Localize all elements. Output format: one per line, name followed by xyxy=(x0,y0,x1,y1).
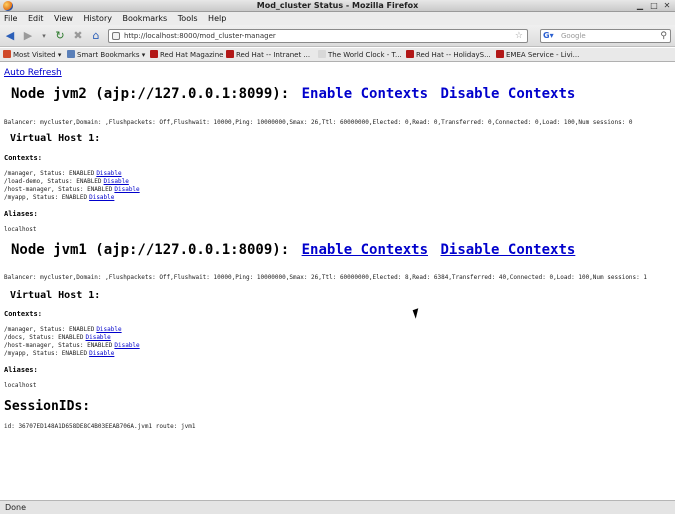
context-item: /manager, Status: ENABLED Disable xyxy=(4,326,122,333)
red-hat-icon xyxy=(226,50,234,58)
bookmark-red-hat-intranet[interactable]: Red Hat -- Intranet ... xyxy=(226,50,310,59)
navigation-toolbar: ◀ ▶ ▾ ↻ ✖ ⌂ http://localhost:8000/mod_cl… xyxy=(0,25,675,47)
menu-edit[interactable]: Edit xyxy=(24,12,48,25)
balancer-info: Balancer: mycluster,Domain: ,Flushpacket… xyxy=(4,274,647,281)
alias-value: localhost xyxy=(4,382,37,389)
contexts-label: Contexts: xyxy=(4,310,42,318)
context-item: /myapp, Status: ENABLED Disable xyxy=(4,194,115,201)
red-hat-icon xyxy=(496,50,504,58)
back-arrow-icon[interactable]: ◀ xyxy=(3,29,17,43)
bookmark-red-hat-magazine[interactable]: Red Hat Magazine xyxy=(150,50,223,59)
search-engine-icon[interactable]: G▾ xyxy=(543,31,554,41)
virtual-host-heading: Virtual Host 1: xyxy=(10,290,101,301)
node-heading-jvm1: Node jvm1 (ajp://127.0.0.1:8009): Enable… xyxy=(11,242,575,258)
maximize-icon[interactable]: □ xyxy=(649,1,659,11)
disable-context-link[interactable]: Disable xyxy=(89,194,114,201)
enable-contexts-link[interactable]: Enable Contexts xyxy=(302,86,428,102)
context-item: /host-manager, Status: ENABLED Disable xyxy=(4,342,140,349)
disable-context-link[interactable]: Disable xyxy=(85,334,110,341)
context-item: /docs, Status: ENABLED Disable xyxy=(4,334,111,341)
smart-bookmarks-icon xyxy=(67,50,75,58)
node-heading-jvm2: Node jvm2 (ajp://127.0.0.1:8099): Enable… xyxy=(11,86,575,102)
node-title: Node jvm1 (ajp://127.0.0.1:8009): xyxy=(11,242,290,258)
disable-context-link[interactable]: Disable xyxy=(114,342,139,349)
disable-contexts-link[interactable]: Disable Contexts xyxy=(440,242,575,258)
menu-help[interactable]: Help xyxy=(204,12,230,25)
page-content: Auto Refresh Node jvm2 (ajp://127.0.0.1:… xyxy=(0,63,675,500)
context-item: /myapp, Status: ENABLED Disable xyxy=(4,350,115,357)
window-titlebar: Mod_cluster Status - Mozilla Firefox ▁ □… xyxy=(0,0,675,12)
close-icon[interactable]: ✕ xyxy=(662,1,672,11)
disable-context-link[interactable]: Disable xyxy=(96,170,121,177)
disable-contexts-link[interactable]: Disable Contexts xyxy=(440,86,575,102)
menu-view[interactable]: View xyxy=(50,12,77,25)
history-dropdown-icon[interactable]: ▾ xyxy=(37,29,51,43)
aliases-label: Aliases: xyxy=(4,366,38,374)
alias-value: localhost xyxy=(4,226,37,233)
enable-contexts-link[interactable]: Enable Contexts xyxy=(302,242,428,258)
context-item: /load-demo, Status: ENABLED Disable xyxy=(4,178,129,185)
search-box[interactable]: G▾ Google ⚲ xyxy=(540,29,671,43)
disable-context-link[interactable]: Disable xyxy=(96,326,121,333)
menu-bar: File Edit View History Bookmarks Tools H… xyxy=(0,12,675,25)
status-bar: Done xyxy=(0,500,675,514)
address-url: http://localhost:8000/mod_cluster-manage… xyxy=(124,32,276,40)
menu-history[interactable]: History xyxy=(80,12,116,25)
bookmark-red-hat-holidays[interactable]: Red Hat -- HolidayS... xyxy=(406,50,491,59)
reload-icon[interactable]: ↻ xyxy=(53,29,67,43)
bookmark-emea-service[interactable]: EMEA Service - Livi... xyxy=(496,50,579,59)
balancer-info: Balancer: mycluster,Domain: ,Flushpacket… xyxy=(4,119,633,126)
site-identity-icon[interactable] xyxy=(112,32,120,40)
bookmark-most-visited[interactable]: Most Visited ▾ xyxy=(3,50,61,59)
menu-file[interactable]: File xyxy=(0,12,21,25)
aliases-label: Aliases: xyxy=(4,210,38,218)
search-icon[interactable]: ⚲ xyxy=(660,31,667,41)
window-title: Mod_cluster Status - Mozilla Firefox xyxy=(256,1,419,10)
home-icon[interactable]: ⌂ xyxy=(89,29,103,43)
disable-context-link[interactable]: Disable xyxy=(114,186,139,193)
address-bar[interactable]: http://localhost:8000/mod_cluster-manage… xyxy=(108,29,528,43)
virtual-host-heading: Virtual Host 1: xyxy=(10,133,101,144)
session-id-line: id: 36707ED148A1D658DE8C4B03EEAB706A.jvm… xyxy=(4,423,196,430)
forward-arrow-icon[interactable]: ▶ xyxy=(21,29,35,43)
node-title: Node jvm2 (ajp://127.0.0.1:8099): xyxy=(11,86,290,102)
search-placeholder: Google xyxy=(561,32,586,40)
contexts-label: Contexts: xyxy=(4,154,42,162)
red-hat-icon xyxy=(150,50,158,58)
minimize-icon[interactable]: ▁ xyxy=(635,1,645,11)
menu-bookmarks[interactable]: Bookmarks xyxy=(119,12,172,25)
most-visited-icon xyxy=(3,50,11,58)
red-hat-icon xyxy=(406,50,414,58)
status-text: Done xyxy=(5,503,27,512)
bookmark-star-icon[interactable]: ☆ xyxy=(515,31,523,41)
menu-tools[interactable]: Tools xyxy=(174,12,202,25)
disable-context-link[interactable]: Disable xyxy=(104,178,129,185)
bookmarks-toolbar: Most Visited ▾ Smart Bookmarks ▾ Red Hat… xyxy=(0,48,675,62)
stop-icon[interactable]: ✖ xyxy=(71,29,85,43)
auto-refresh-link[interactable]: Auto Refresh xyxy=(4,68,62,78)
world-clock-icon xyxy=(318,50,326,58)
bookmark-world-clock[interactable]: The World Clock - T... xyxy=(318,50,402,59)
mouse-pointer-icon xyxy=(412,308,422,319)
context-item: /manager, Status: ENABLED Disable xyxy=(4,170,122,177)
disable-context-link[interactable]: Disable xyxy=(89,350,114,357)
bookmark-smart-bookmarks[interactable]: Smart Bookmarks ▾ xyxy=(67,50,145,59)
context-item: /host-manager, Status: ENABLED Disable xyxy=(4,186,140,193)
session-ids-heading: SessionIDs: xyxy=(4,399,91,414)
